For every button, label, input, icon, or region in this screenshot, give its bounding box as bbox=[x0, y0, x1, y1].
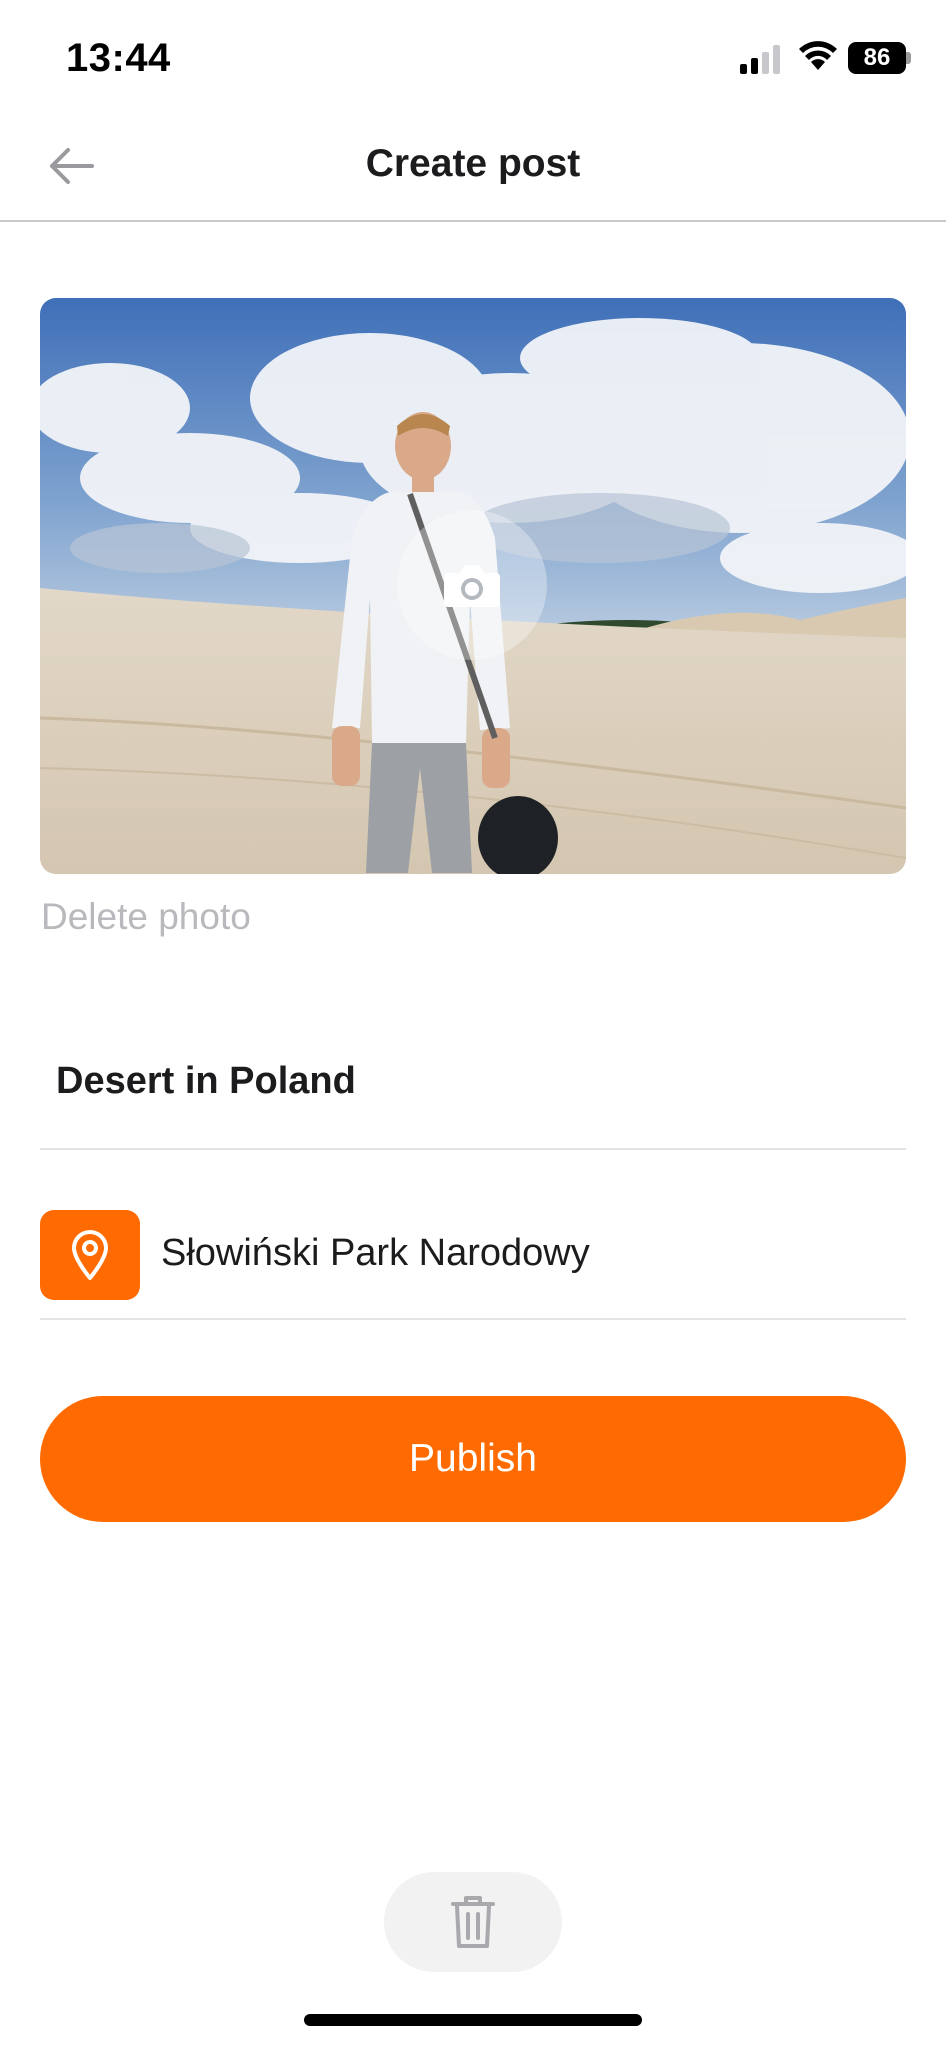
post-title-value: Desert in Poland bbox=[56, 1060, 356, 1102]
create-post-screen: 13:44 86 Create post Delete photo Desert… bbox=[0, 0, 946, 2048]
map-pin-icon bbox=[72, 1230, 108, 1280]
header: Create post bbox=[0, 110, 946, 222]
battery-icon: 86 bbox=[848, 42, 906, 74]
status-bar: 13:44 86 bbox=[0, 0, 946, 110]
post-title-field[interactable]: Desert in Poland bbox=[40, 1036, 906, 1150]
location-pin-badge bbox=[40, 1210, 140, 1300]
home-indicator bbox=[304, 2014, 642, 2026]
location-value: Słowiński Park Narodowy bbox=[161, 1232, 590, 1274]
delete-post-button[interactable] bbox=[384, 1872, 562, 1972]
signal-icon bbox=[740, 45, 780, 74]
trash-icon bbox=[451, 1896, 495, 1948]
battery-level: 86 bbox=[863, 44, 891, 71]
publish-button[interactable]: Publish bbox=[40, 1396, 906, 1522]
post-photo[interactable] bbox=[40, 298, 906, 874]
wifi-icon bbox=[799, 41, 837, 70]
page-title: Create post bbox=[365, 142, 581, 185]
change-photo-button[interactable] bbox=[397, 510, 547, 660]
camera-icon bbox=[444, 565, 500, 607]
location-field[interactable]: Słowiński Park Narodowy bbox=[40, 1210, 906, 1320]
status-time: 13:44 bbox=[66, 36, 171, 80]
delete-photo-link[interactable]: Delete photo bbox=[41, 896, 251, 938]
battery-tip bbox=[906, 52, 911, 64]
